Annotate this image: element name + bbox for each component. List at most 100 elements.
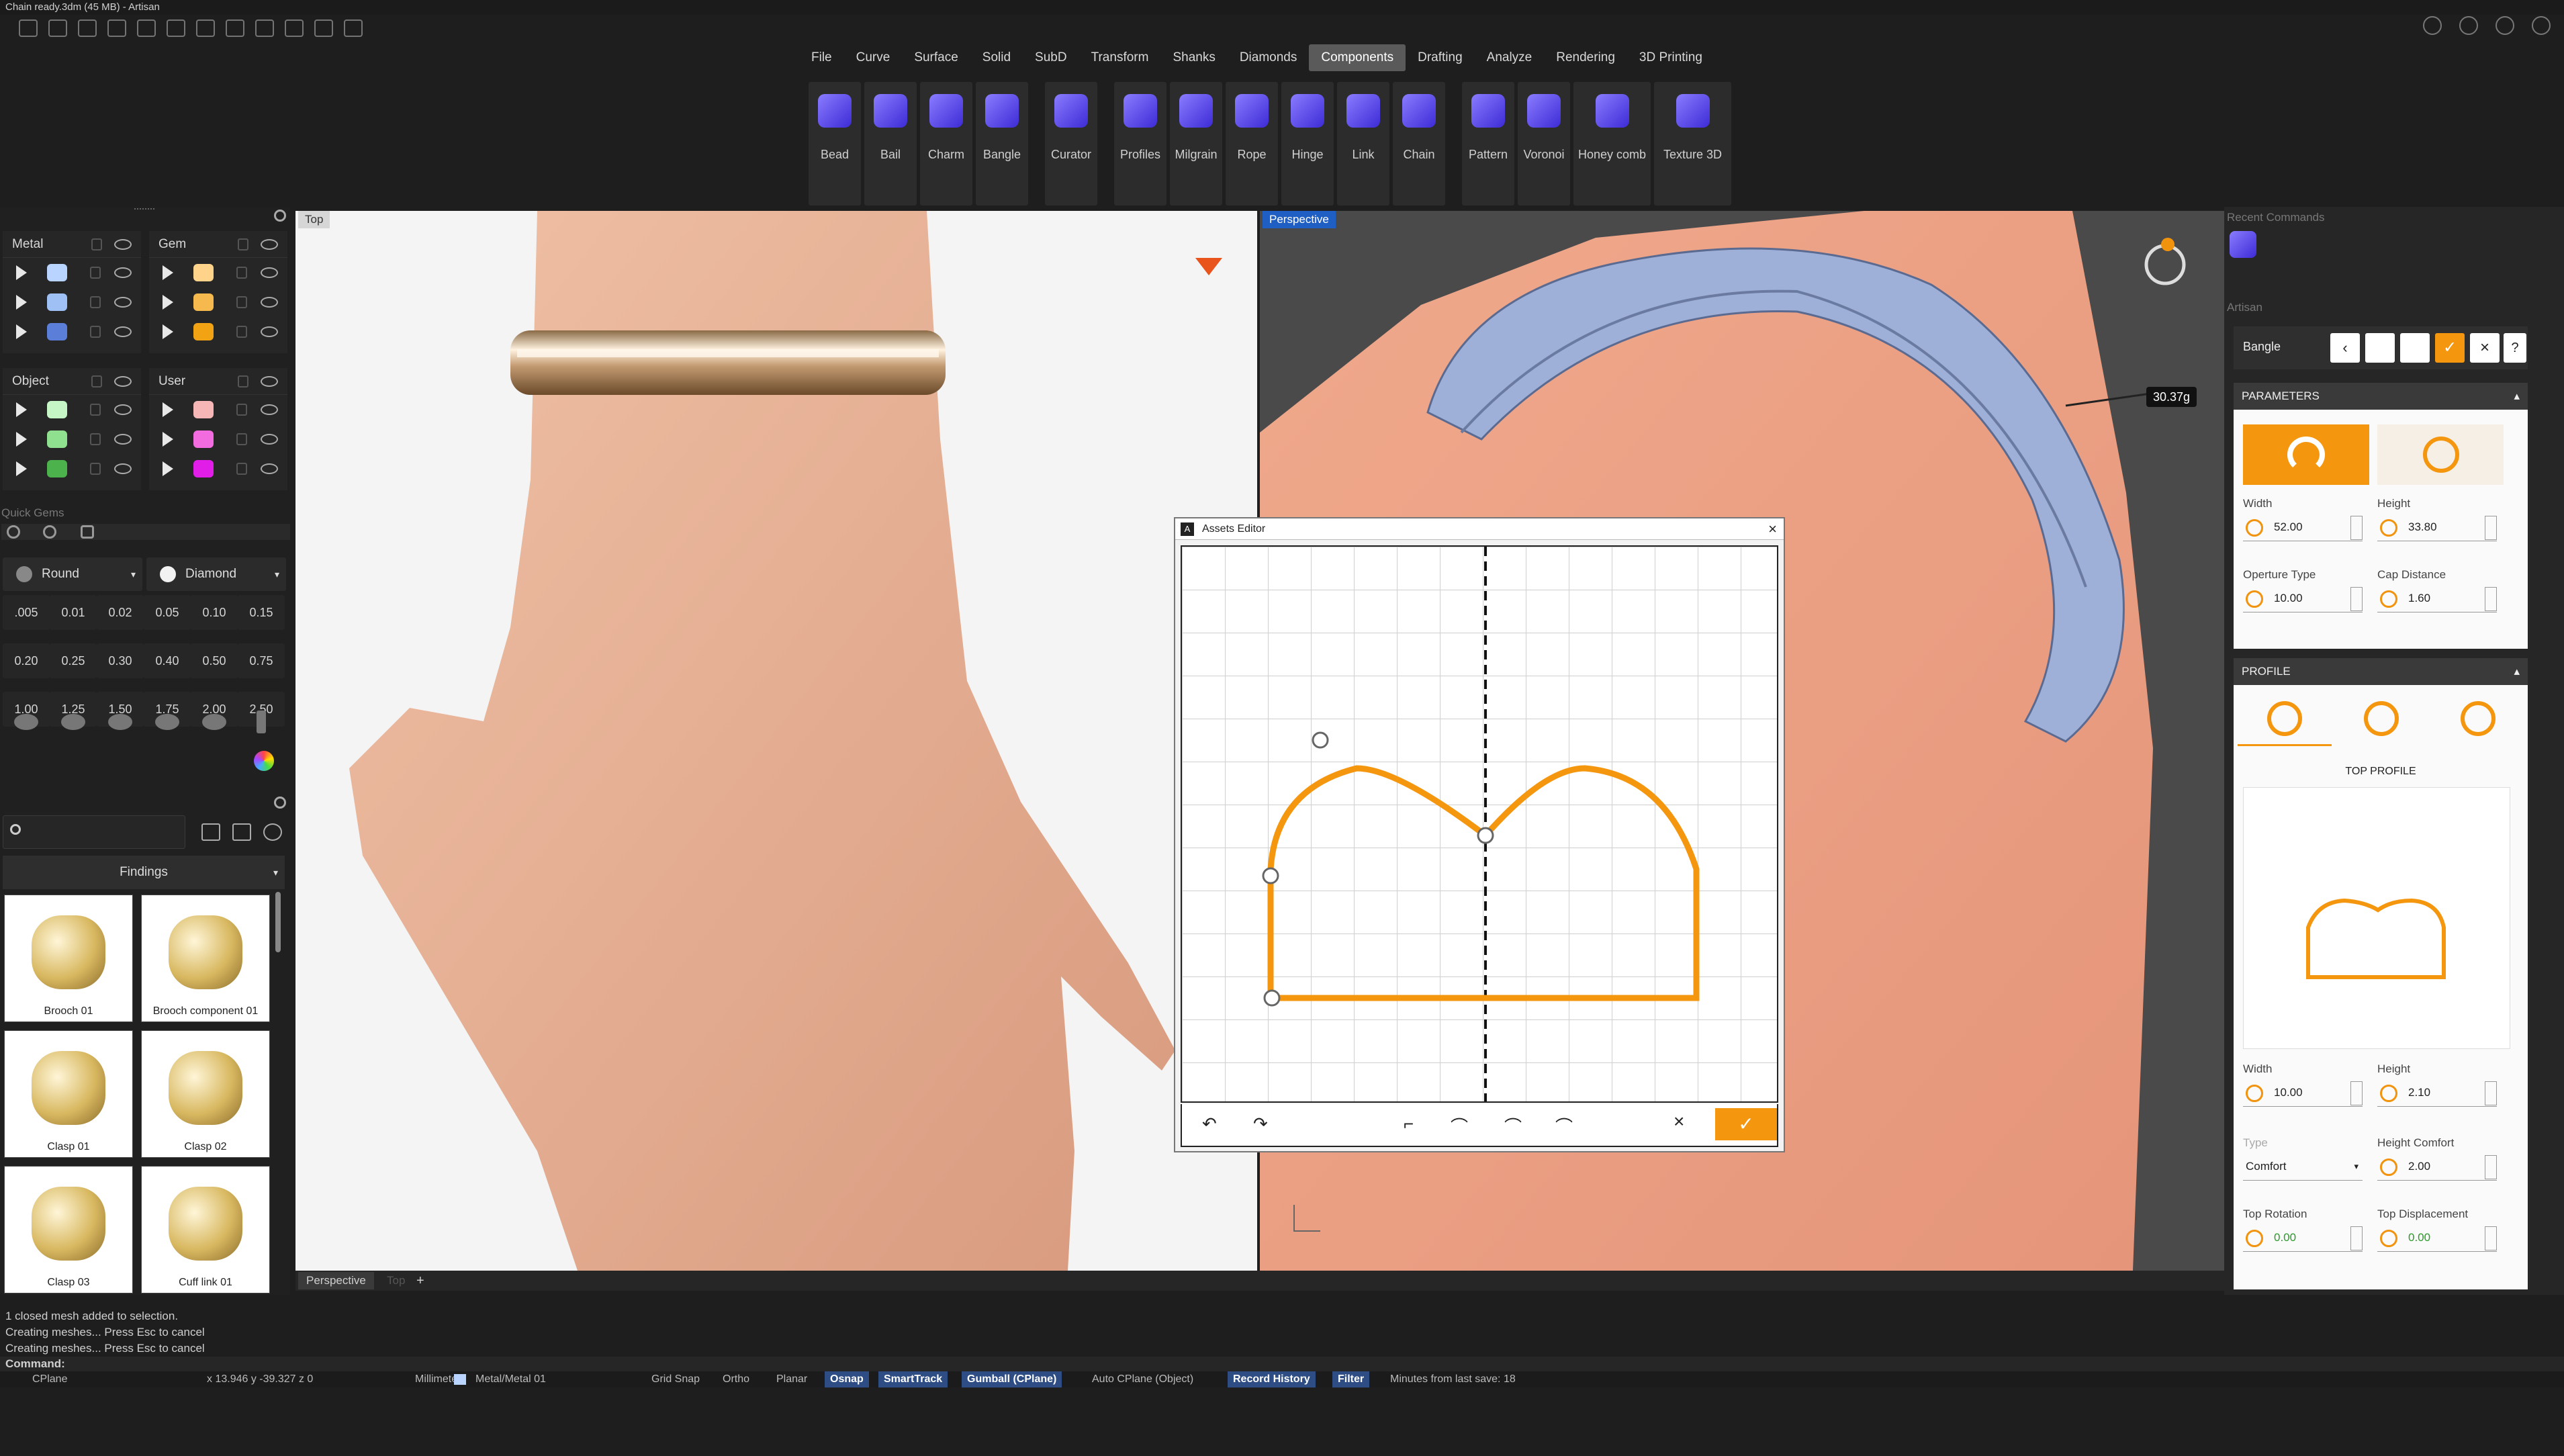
layer-color-swatch[interactable] <box>193 293 214 311</box>
layer-row[interactable] <box>149 454 287 484</box>
expand-icon[interactable] <box>16 295 27 310</box>
lock-icon[interactable] <box>236 326 247 338</box>
gem-size-button[interactable]: 0.50 <box>191 643 238 678</box>
viewport-label-top[interactable]: Top <box>298 211 330 228</box>
expand-icon[interactable] <box>163 324 173 339</box>
tool-charm-button[interactable]: Charm <box>920 82 972 206</box>
gem-wand-icon[interactable] <box>81 525 94 539</box>
save-button[interactable] <box>2365 333 2395 363</box>
menu-3d-printing[interactable]: 3D Printing <box>1627 44 1714 71</box>
lock-icon[interactable] <box>238 375 248 388</box>
gem-size-button[interactable]: 0.25 <box>50 643 97 678</box>
expand-icon[interactable] <box>16 402 27 417</box>
profile-height-stepper[interactable] <box>2485 1081 2497 1105</box>
curve-tool-icon[interactable]: ⌒ <box>1451 1113 1468 1138</box>
eye-icon[interactable] <box>114 326 132 337</box>
menu-curve[interactable]: Curve <box>844 44 903 71</box>
layer-row[interactable] <box>149 395 287 424</box>
eye-icon[interactable] <box>261 463 278 474</box>
gem-flat-icon[interactable] <box>144 705 191 739</box>
lock-icon[interactable] <box>91 375 102 388</box>
layer-color-swatch[interactable] <box>193 323 214 340</box>
dialog-titlebar[interactable]: A Assets Editor × <box>1175 518 1784 540</box>
gem-size-button[interactable]: 0.30 <box>97 643 144 678</box>
lock-icon[interactable] <box>236 463 247 475</box>
height-field[interactable]: 33.80 <box>2377 513 2497 541</box>
menu-solid[interactable]: Solid <box>970 44 1023 71</box>
control-point[interactable] <box>1262 867 1279 884</box>
layer-color-swatch[interactable] <box>193 401 214 418</box>
menu-file[interactable]: File <box>799 44 844 71</box>
eye-icon[interactable] <box>261 404 278 415</box>
gem-size-button[interactable]: 0.75 <box>238 643 285 678</box>
top-rotation-field[interactable]: 0.00 <box>2243 1224 2363 1252</box>
eye-icon[interactable] <box>114 404 132 415</box>
cancel-icon[interactable]: × <box>1674 1111 1684 1132</box>
layer-color-swatch[interactable] <box>47 430 67 448</box>
ring-gizmo-icon[interactable] <box>2144 244 2186 285</box>
eye-icon[interactable] <box>114 375 132 387</box>
menu-transform[interactable]: Transform <box>1079 44 1161 71</box>
control-point[interactable] <box>1477 827 1494 844</box>
gem-shape-select[interactable]: Round ▾ <box>3 557 142 591</box>
corner-tool-icon[interactable]: ⌐ <box>1404 1113 1414 1134</box>
eye-icon[interactable] <box>114 267 132 278</box>
layer-row[interactable] <box>3 317 141 347</box>
filter-toggle[interactable]: Filter <box>1332 1371 1370 1387</box>
layer-color-swatch[interactable] <box>47 293 67 311</box>
planar-toggle[interactable]: Planar <box>771 1371 813 1387</box>
profile-width-stepper[interactable] <box>2350 1081 2363 1105</box>
inner-profile-tab-icon[interactable] <box>2461 701 2496 736</box>
menu-surface[interactable]: Surface <box>902 44 970 71</box>
layer-status[interactable]: Metal/Metal 01 <box>470 1371 551 1387</box>
lock-icon[interactable] <box>90 404 101 416</box>
menu-shanks[interactable]: Shanks <box>1160 44 1227 71</box>
gem-size-button[interactable]: 0.15 <box>238 595 285 630</box>
width-stepper[interactable] <box>2350 516 2363 540</box>
lock-icon[interactable] <box>236 404 247 416</box>
cap-distance-stepper[interactable] <box>2485 587 2497 611</box>
open-file-icon[interactable] <box>48 19 67 37</box>
tool-curator-button[interactable]: Curator <box>1045 82 1097 206</box>
layer-row[interactable] <box>149 424 287 454</box>
viewport-label-perspective[interactable]: Perspective <box>1263 211 1336 228</box>
eye-icon[interactable] <box>114 297 132 308</box>
export-icon[interactable] <box>226 19 244 37</box>
gem-pin-icon[interactable] <box>238 705 285 739</box>
width-field[interactable]: 52.00 <box>2243 513 2363 541</box>
expand-icon[interactable] <box>163 402 173 417</box>
layer-row[interactable] <box>149 287 287 317</box>
tool-bangle-button[interactable]: Bangle <box>976 82 1028 206</box>
gem-settings-icon[interactable] <box>43 525 56 539</box>
tool-texture-3d-button[interactable]: Texture 3D <box>1654 82 1731 206</box>
type-select[interactable]: Comfort ▾ <box>2243 1152 2363 1181</box>
top-rotation-stepper[interactable] <box>2350 1226 2363 1250</box>
layer-row[interactable] <box>149 258 287 287</box>
menu-analyze[interactable]: Analyze <box>1475 44 1545 71</box>
gem-cut-select[interactable]: Diamond ▾ <box>146 557 286 591</box>
gear-icon[interactable] <box>274 797 286 809</box>
lock-icon[interactable] <box>238 238 248 251</box>
aperture-field[interactable]: 10.00 <box>2243 584 2363 612</box>
recent-bangle-icon[interactable] <box>2230 231 2256 258</box>
redo-icon[interactable]: ↷ <box>1253 1113 1268 1134</box>
lock-icon[interactable] <box>90 296 101 308</box>
profile-height-field[interactable]: 2.10 <box>2377 1079 2497 1107</box>
top-displacement-field[interactable]: 0.00 <box>2377 1224 2497 1252</box>
gumball-toggle[interactable]: Gumball (CPlane) <box>962 1371 1062 1387</box>
expand-icon[interactable] <box>16 432 27 447</box>
gem-size-button[interactable]: 0.10 <box>191 595 238 630</box>
parameters-header[interactable]: PARAMETERS ▴ <box>2234 383 2528 410</box>
add-tab-icon[interactable]: + <box>416 1272 424 1289</box>
eye-icon[interactable] <box>261 267 278 278</box>
tool-milgrain-button[interactable]: Milgrain <box>1170 82 1222 206</box>
profile-editor-grid[interactable] <box>1181 545 1778 1103</box>
bangle-model[interactable] <box>510 330 946 395</box>
height-stepper[interactable] <box>2485 516 2497 540</box>
close-icon[interactable]: × <box>1768 518 1777 540</box>
library-item[interactable]: Clasp 01 <box>4 1030 133 1158</box>
eye-icon[interactable] <box>261 326 278 337</box>
library-item[interactable]: Brooch component 01 <box>141 895 270 1022</box>
profile-path[interactable] <box>1267 765 1700 1001</box>
menu-components[interactable]: Components <box>1309 44 1406 71</box>
